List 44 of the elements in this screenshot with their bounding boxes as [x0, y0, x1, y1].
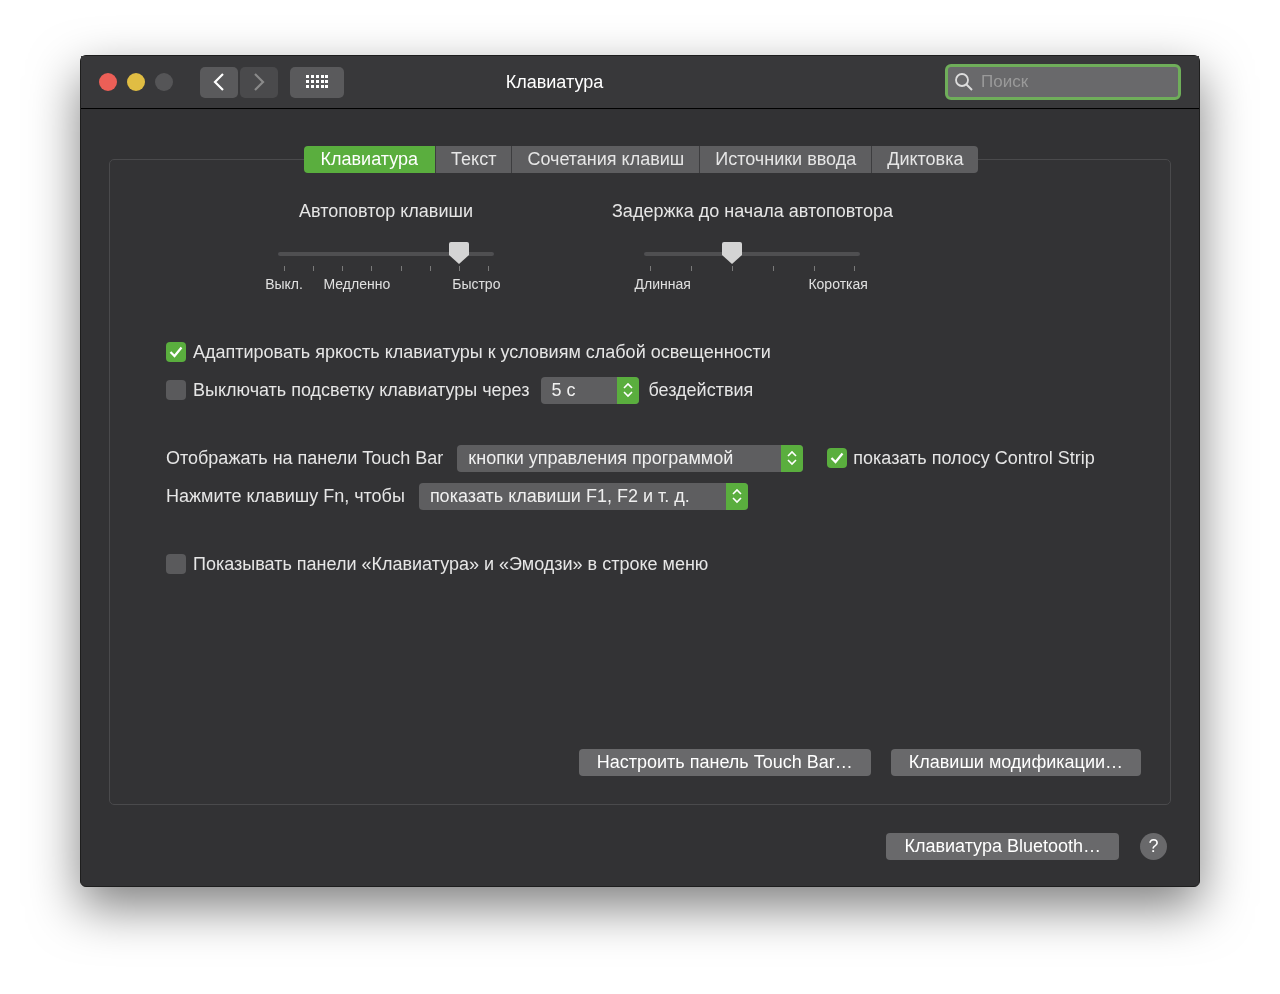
checkbox-label: Выключать подсветку клавиатуры через	[193, 378, 530, 402]
tab[interactable]: Источники ввода	[699, 146, 872, 173]
slider-label: Быстро	[452, 275, 501, 294]
bluetooth-keyboard-button[interactable]: Клавиатура Bluetooth…	[886, 833, 1119, 860]
minimize-button[interactable]	[127, 73, 145, 91]
checkbox[interactable]	[827, 448, 848, 468]
slider-thumb[interactable]	[721, 241, 744, 265]
tab[interactable]: Диктовка	[871, 146, 979, 173]
stepper-arrows-icon	[725, 482, 748, 510]
tab[interactable]: Клавиатура	[303, 146, 436, 173]
help-button[interactable]: ?	[1140, 833, 1167, 860]
popup-button[interactable]: 5 с	[540, 376, 639, 404]
checkbox-label: Адаптировать яркость клавиатуры к условиям слабой освещенности	[193, 340, 771, 364]
checkbox[interactable]	[166, 554, 186, 574]
checkbox-label: Показывать панели «Клавиатура» и «Эмодзи» в строке меню	[193, 552, 709, 576]
setting-label: бездействия	[648, 378, 754, 402]
search-icon	[954, 72, 974, 92]
checkbox[interactable]	[166, 342, 186, 362]
slider-title: Задержка до начала автоповтора	[612, 200, 893, 223]
popup-button[interactable]: показать клавиши F1, F2 и т. д.	[418, 482, 748, 510]
tab[interactable]: Текст	[435, 146, 512, 173]
close-button[interactable]	[99, 73, 117, 91]
slider-title: Автоповтор клавиши	[299, 200, 473, 223]
slider-label: Короткая	[808, 275, 868, 294]
chevron-left-icon	[213, 73, 225, 91]
stepper-arrows-icon	[781, 444, 804, 472]
checkbox[interactable]	[166, 380, 186, 400]
setting-label: Нажмите клавишу Fn, чтобы	[166, 484, 405, 508]
slider-label: Выкл.	[265, 275, 303, 294]
checkbox-label: показать полосу Control Strip	[853, 446, 1095, 470]
window-title: Клавиатура	[505, 70, 604, 94]
push-button[interactable]: Настроить панель Touch Bar…	[578, 749, 871, 776]
slider-label: Длинная	[634, 275, 691, 294]
popup-button[interactable]: кнопки управления программой	[457, 444, 804, 472]
show-all-button[interactable]	[290, 66, 344, 98]
tab[interactable]: Сочетания клавиш	[511, 146, 700, 173]
back-button[interactable]	[200, 66, 238, 98]
slider-thumb[interactable]	[447, 241, 470, 265]
push-button[interactable]: Клавиши модификации…	[890, 749, 1141, 776]
chevron-right-icon	[253, 73, 265, 91]
setting-label: Отображать на панели Touch Bar	[166, 446, 444, 470]
slider-label: Медленно	[323, 275, 391, 294]
grid-icon	[306, 75, 328, 89]
stepper-arrows-icon	[616, 376, 639, 404]
